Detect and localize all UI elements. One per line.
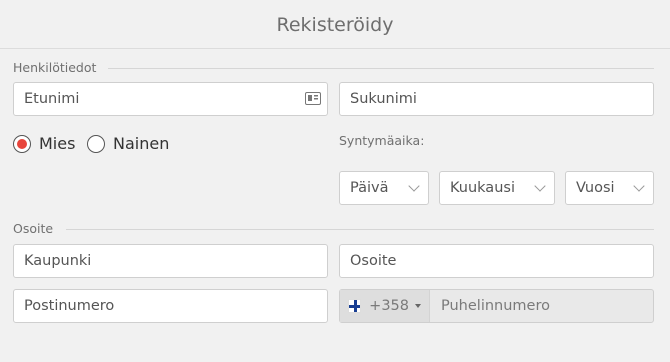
birthdate-label: Syntymäaika: xyxy=(339,133,425,148)
page-title: Rekisteröidy xyxy=(276,14,394,36)
postal-placeholder: Postinumero xyxy=(24,298,115,314)
chevron-down-icon xyxy=(534,180,546,192)
gender-radio-female[interactable]: Nainen xyxy=(87,134,169,153)
birth-day-value: Päivä xyxy=(350,180,389,196)
section-label-personal: Henkilötiedot xyxy=(13,60,97,75)
country-code-dropdown[interactable]: +358 xyxy=(340,290,430,322)
caret-down-icon xyxy=(415,304,421,308)
first-name-placeholder: Etunimi xyxy=(24,91,80,107)
birth-year-select[interactable]: Vuosi xyxy=(565,171,654,205)
radio-unselected-icon xyxy=(87,134,105,153)
gender-radio-male[interactable]: Mies xyxy=(13,134,75,153)
first-name-input[interactable]: Etunimi xyxy=(13,82,328,116)
chevron-down-icon xyxy=(408,180,420,192)
city-input[interactable]: Kaupunki xyxy=(13,244,328,278)
gender-label-male: Mies xyxy=(39,134,76,153)
section-divider-personal xyxy=(108,68,654,69)
chevron-down-icon xyxy=(633,180,645,192)
gender-label-female: Nainen xyxy=(113,134,170,153)
street-placeholder: Osoite xyxy=(350,253,397,269)
birth-year-value: Vuosi xyxy=(576,180,615,196)
street-address-input[interactable]: Osoite xyxy=(339,244,654,278)
finland-flag-icon xyxy=(348,299,362,313)
birth-month-value: Kuukausi xyxy=(450,180,515,196)
section-divider-address xyxy=(66,229,654,230)
dial-code: +358 xyxy=(369,298,409,314)
birth-day-select[interactable]: Päivä xyxy=(339,171,429,205)
phone-number-input[interactable]: Puhelinnumero xyxy=(430,298,550,314)
radio-selected-icon xyxy=(13,134,31,153)
last-name-placeholder: Sukunimi xyxy=(350,91,417,107)
title-divider xyxy=(0,48,670,49)
section-label-address: Osoite xyxy=(13,221,54,236)
id-card-icon xyxy=(305,92,321,105)
postal-code-input[interactable]: Postinumero xyxy=(13,289,328,323)
last-name-input[interactable]: Sukunimi xyxy=(339,82,654,116)
phone-input-group: +358 Puhelinnumero xyxy=(339,289,654,323)
city-placeholder: Kaupunki xyxy=(24,253,92,269)
birth-month-select[interactable]: Kuukausi xyxy=(439,171,555,205)
